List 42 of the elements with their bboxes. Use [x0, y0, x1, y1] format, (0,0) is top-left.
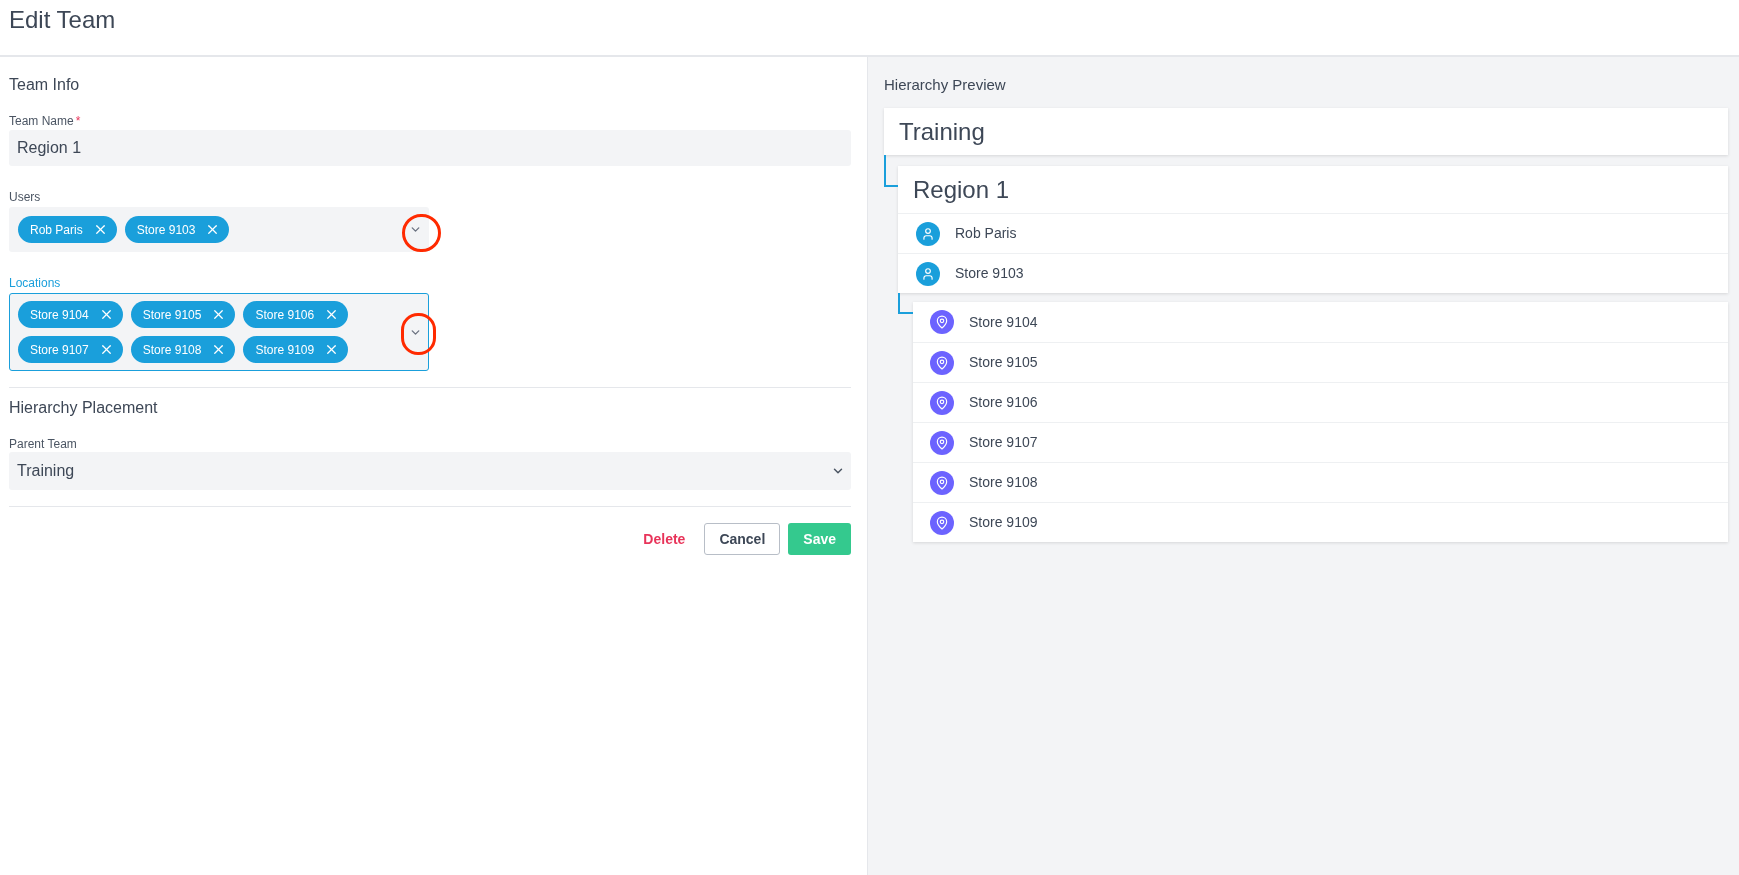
delete-button[interactable]: Delete — [632, 523, 697, 555]
location-name: Store 9104 — [969, 312, 1038, 332]
location-chip[interactable]: Store 9109 — [243, 336, 349, 363]
location-chip[interactable]: Store 9106 — [243, 301, 349, 328]
field-label: Team Name — [9, 114, 74, 128]
location-name: Store 9105 — [969, 353, 1038, 372]
member-name: Store 9103 — [955, 264, 1024, 283]
map-pin-icon — [930, 350, 954, 375]
required-mark: * — [75, 114, 81, 128]
team-name: Region 1 — [913, 174, 1010, 205]
field-label: Locations — [9, 276, 62, 290]
user-chip[interactable]: Rob Paris — [18, 216, 117, 243]
field-label: Users — [9, 190, 42, 204]
map-pin-icon — [930, 430, 954, 455]
map-pin-icon — [930, 470, 954, 495]
multi-select-field[interactable]: Store 9104 Store 9105 Store 9106 Store 9107 Store 9108 Store 9109 — [9, 293, 429, 371]
map-pin-icon — [930, 510, 954, 535]
cancel-button[interactable]: Cancel — [704, 523, 781, 555]
location-chip[interactable]: Store 9107 — [18, 336, 123, 363]
member-name: Rob Paris — [955, 224, 1017, 243]
parent-team-card: Training — [884, 108, 1728, 155]
user-icon — [916, 221, 940, 246]
location-chip[interactable]: Store 9104 — [18, 301, 123, 328]
location-chip[interactable]: Store 9108 — [130, 336, 236, 363]
parent-team-select[interactable]: Training — [9, 452, 851, 490]
location-name: Store 9107 — [969, 433, 1038, 452]
location-name: Store 9106 — [969, 393, 1038, 412]
multi-select-field[interactable]: Rob Paris Store 9103 — [9, 207, 429, 252]
section-heading: Hierarchy Preview — [884, 75, 1007, 95]
user-icon — [916, 261, 940, 286]
section-heading: Hierarchy Placement — [9, 398, 159, 418]
user-chip[interactable]: Store 9103 — [124, 216, 230, 243]
location-chip[interactable]: Store 9105 — [130, 301, 236, 328]
map-pin-icon — [930, 390, 954, 415]
location-name: Store 9108 — [969, 473, 1038, 492]
page-title: Edit Team — [9, 5, 117, 35]
save-button[interactable]: Save — [788, 523, 851, 555]
team-name-input[interactable]: Region 1 — [9, 130, 851, 166]
map-pin-icon — [930, 310, 954, 334]
location-name: Store 9109 — [969, 513, 1038, 532]
section-heading: Team Info — [9, 75, 81, 95]
field-label: Parent Team — [9, 437, 78, 451]
